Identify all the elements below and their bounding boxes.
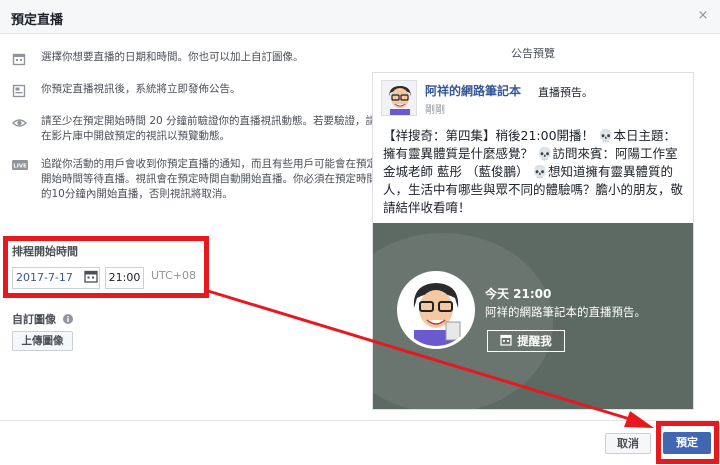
live-icon: LIVE	[12, 159, 28, 173]
calendar-icon	[500, 334, 512, 349]
remind-me-label: 提醒我	[517, 334, 552, 348]
page-name[interactable]: 阿祥的網路筆記本	[425, 82, 521, 99]
live-today-time: 今天 21:00	[485, 287, 552, 301]
calendar-icon	[12, 52, 28, 66]
announcement-preview-card: 阿祥的網路筆記本 直播預告。 剛剛 【祥搜奇：第四集】稍後21:00開播！ 💀本…	[372, 72, 694, 410]
live-notice-text: 阿祥的網路筆記本的直播預告。	[485, 305, 646, 319]
svg-text:LIVE: LIVE	[13, 164, 27, 170]
remind-me-button[interactable]: 提醒我	[487, 330, 565, 352]
info-circle-icon[interactable]	[62, 314, 73, 327]
post-type: 直播預告。	[538, 86, 593, 99]
post-time: 剛剛	[425, 105, 445, 116]
footer-divider	[0, 420, 720, 421]
custom-image-label-text: 自訂圖像	[12, 313, 56, 326]
live-preview-image: 今天 21:00 阿祥的網路筆記本的直播預告。 提醒我	[373, 223, 693, 409]
info-text: 請至少在預定開始時間 20 分鐘前驗證你的直播視訊動態。若要驗證，請在影片庫中開…	[41, 115, 377, 142]
schedule-live-dialog: 預定直播 × 選擇你想要直播的日期和時間。你也可以加上自訂圖像。 你預定直播視訊…	[0, 0, 720, 465]
dialog-header: 預定直播 ×	[0, 0, 720, 34]
eye-icon	[11, 116, 28, 130]
announcement-icon	[12, 84, 28, 98]
info-row-date: 選擇你想要直播的日期和時間。你也可以加上自訂圖像。	[12, 50, 367, 70]
dialog-title: 預定直播	[11, 13, 64, 28]
info-row-notify: LIVE 追蹤你活動的用戶會收到你預定直播的通知，而且有些用戶可能會在預定開始時…	[12, 157, 377, 221]
custom-image-label: 自訂圖像	[12, 311, 73, 327]
page-avatar	[381, 80, 417, 116]
info-row-announcement: 你預定直播視訊後，系統將立即發佈公告。	[12, 82, 367, 102]
info-row-verify: 請至少在預定開始時間 20 分鐘前驗證你的直播視訊動態。若要驗證，請在影片庫中開…	[11, 114, 376, 148]
highlight-box-submit	[656, 421, 719, 464]
info-text: 選擇你想要直播的日期和時間。你也可以加上自訂圖像。	[41, 51, 304, 63]
highlight-box-schedule	[3, 236, 209, 298]
upload-image-button[interactable]: 上傳圖像	[12, 331, 73, 351]
preview-title: 公告預覽	[511, 47, 555, 60]
page-avatar-large	[397, 271, 475, 349]
close-button[interactable]: ×	[696, 9, 710, 23]
info-text: 追蹤你活動的用戶會收到你預定直播的通知，而且有些用戶可能會在預定開始時間等待直播…	[41, 158, 377, 200]
info-text: 你預定直播視訊後，系統將立即發佈公告。	[41, 83, 241, 95]
cancel-button[interactable]: 取消	[605, 433, 651, 454]
post-text: 【祥搜奇：第四集】稍後21:00開播！ 💀本日主題：擁有靈異體質是什麼感覺？ 💀…	[383, 128, 684, 215]
